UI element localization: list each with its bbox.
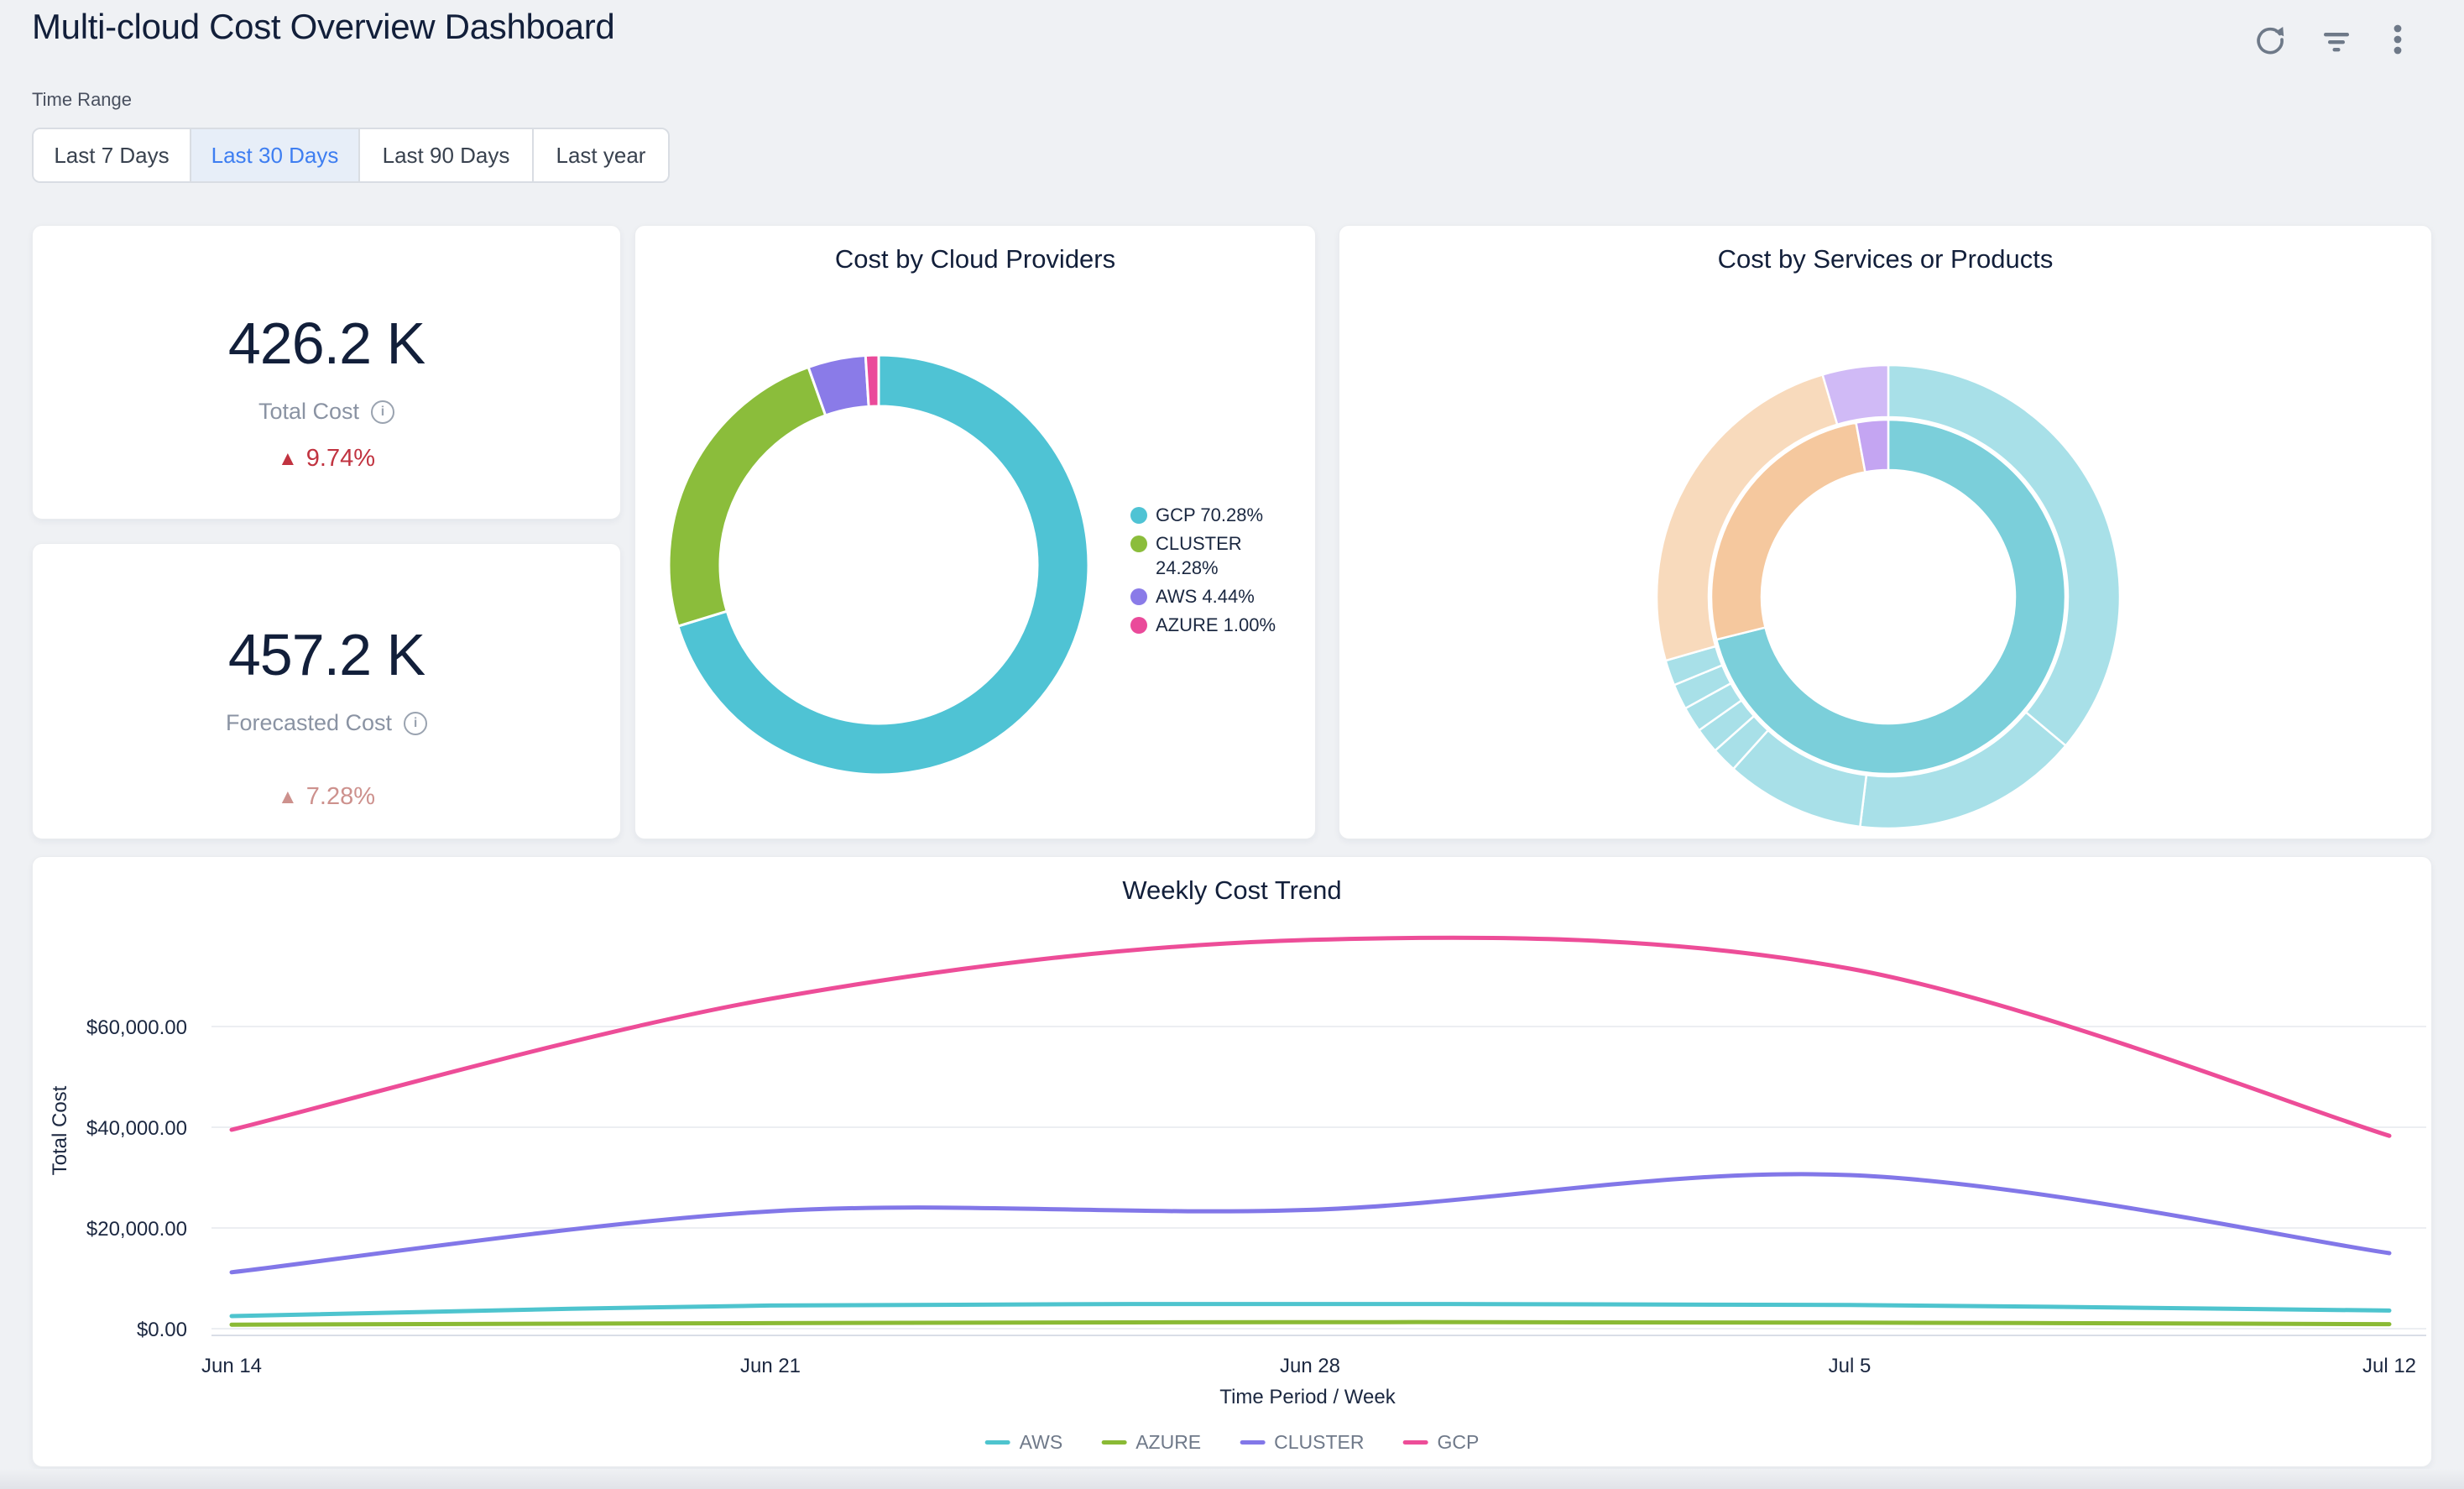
legend-label: CLUSTER [1274, 1431, 1364, 1454]
total-cost-card: 426.2 K Total Cost i ▲ 9.74% [32, 225, 621, 520]
time-range-option-last-30-days[interactable]: Last 30 Days [191, 129, 360, 181]
legend-dash [985, 1440, 1010, 1445]
legend-label: GCP [1438, 1431, 1480, 1454]
time-range-button-group: Last 7 DaysLast 30 DaysLast 90 DaysLast … [32, 128, 670, 183]
series-line-azure[interactable] [232, 1322, 2389, 1324]
legend-label: AZURE 1.00% [1156, 613, 1288, 637]
triangle-up-icon: ▲ [278, 447, 298, 471]
legend-item-azure[interactable]: AZURE 1.00% [1130, 613, 1311, 637]
legend-dash [1240, 1440, 1265, 1445]
weekly-legend: AWS AZURE CLUSTER GCP [985, 1431, 1480, 1454]
forecasted-cost-label: Forecasted Cost [226, 710, 392, 736]
x-tick-label: Jun 14 [201, 1355, 262, 1377]
legend-dash [1101, 1440, 1126, 1445]
legend-dot [1130, 507, 1147, 524]
x-tick-label: Jul 5 [1829, 1355, 1871, 1377]
legend-label: AZURE [1135, 1431, 1201, 1454]
time-range-option-last-7-days[interactable]: Last 7 Days [34, 129, 191, 181]
time-range-option-last-90-days[interactable]: Last 90 Days [360, 129, 534, 181]
page-bottom-edge [0, 1469, 2464, 1489]
x-tick-label: Jun 28 [1280, 1355, 1340, 1377]
legend-label: AWS 4.44% [1156, 584, 1288, 609]
refresh-button[interactable] [2252, 21, 2289, 58]
page-title: Multi-cloud Cost Overview Dashboard [32, 7, 614, 47]
forecasted-cost-card: 457.2 K Forecasted Cost i ▲ 7.28% [32, 543, 621, 839]
x-tick-label: Jun 21 [740, 1355, 801, 1377]
series-line-gcp[interactable] [232, 938, 2389, 1136]
dashboard: Multi-cloud Cost Overview Dashboard Time… [0, 0, 2464, 1489]
time-range-label: Time Range [32, 89, 132, 111]
legend-dot [1130, 536, 1147, 552]
kebab-menu-icon [2379, 21, 2416, 58]
y-axis-title: Total Cost [49, 1047, 74, 1215]
y-tick-label: $60,000.00 [86, 1016, 187, 1039]
forecasted-cost-value: 457.2 K [228, 621, 425, 688]
weekly-legend-item-cluster[interactable]: CLUSTER [1240, 1431, 1364, 1454]
total-cost-change: ▲ 9.74% [278, 445, 375, 473]
legend-dot [1130, 588, 1147, 605]
y-tick-label: $0.00 [137, 1319, 187, 1341]
legend-item-aws[interactable]: AWS 4.44% [1130, 584, 1311, 609]
x-tick-label: Jul 12 [2362, 1355, 2416, 1377]
filter-icon [2318, 21, 2355, 58]
y-tick-label: $40,000.00 [86, 1117, 187, 1140]
services-sunburst-chart [1339, 226, 2431, 839]
time-range-option-last-year[interactable]: Last year [534, 129, 668, 181]
series-line-aws[interactable] [232, 1304, 2389, 1316]
donut-slice-cluster[interactable] [669, 367, 826, 626]
change-value: 7.28% [306, 783, 375, 811]
cost-by-cloud-providers-card: Cost by Cloud Providers GCP 70.28%CLUSTE… [634, 225, 1316, 839]
series-line-cluster[interactable] [232, 1174, 2389, 1272]
weekly-legend-item-azure[interactable]: AZURE [1101, 1431, 1201, 1454]
legend-label: AWS [1020, 1431, 1063, 1454]
info-icon[interactable]: i [371, 400, 394, 424]
total-cost-label: Total Cost [258, 399, 359, 425]
x-axis-title: Time Period / Week [1140, 1386, 1475, 1409]
triangle-up-icon: ▲ [278, 786, 298, 809]
weekly-legend-item-gcp[interactable]: GCP [1403, 1431, 1480, 1454]
forecasted-cost-change: ▲ 7.28% [278, 783, 375, 811]
more-options-button[interactable] [2379, 21, 2416, 58]
refresh-icon [2252, 21, 2289, 58]
total-cost-value: 426.2 K [228, 310, 425, 377]
cost-by-services-card: Cost by Services or Products [1339, 225, 2432, 839]
weekly-legend-item-aws[interactable]: AWS [985, 1431, 1063, 1454]
legend-dot [1130, 617, 1147, 634]
y-tick-label: $20,000.00 [86, 1218, 187, 1241]
weekly-line-chart: $0.00 $20,000.00 $40,000.00 $60,000.00 Jun 1… [33, 857, 2431, 1466]
filter-button[interactable] [2318, 21, 2355, 58]
info-icon[interactable]: i [404, 712, 427, 735]
legend-dash [1403, 1440, 1428, 1445]
weekly-cost-trend-card: Weekly Cost Trend $0.00$20,000.00$40,000… [32, 856, 2432, 1467]
change-value: 9.74% [306, 445, 375, 473]
legend-label: GCP 70.28% [1156, 503, 1288, 527]
legend-item-cluster[interactable]: CLUSTER 24.28% [1130, 531, 1311, 580]
donut-slice-azure[interactable] [865, 355, 879, 406]
legend-item-gcp[interactable]: GCP 70.28% [1130, 503, 1311, 527]
legend-label: CLUSTER 24.28% [1156, 531, 1288, 580]
providers-legend: GCP 70.28% CLUSTER 24.28% AWS 4.44% AZURE 1… [1130, 503, 1311, 641]
